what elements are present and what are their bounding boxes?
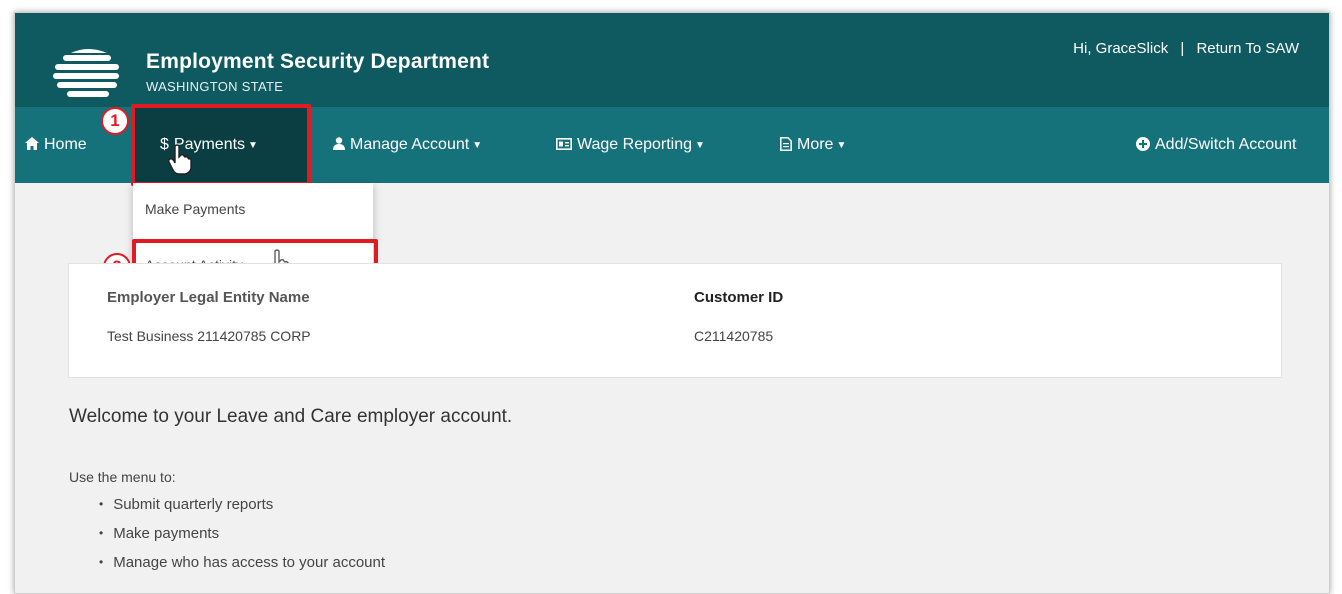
list-item: Make payments <box>99 524 385 553</box>
document-icon <box>780 136 792 154</box>
browser-frame: Employment Security Department WASHINGTO… <box>14 12 1330 594</box>
nav-more[interactable]: More ▼ <box>780 107 846 183</box>
site-header: Employment Security Department WASHINGTO… <box>15 13 1329 107</box>
menu-item-make-payments[interactable]: Make Payments <box>145 201 245 217</box>
id-card-icon <box>556 137 572 153</box>
use-menu-heading: Use the menu to: <box>69 469 176 485</box>
customer-id-label: Customer ID <box>694 289 784 306</box>
nav-add-switch-label: Add/Switch Account <box>1155 136 1297 153</box>
esd-logo-icon <box>53 49 119 97</box>
nav-wage-reporting-label: Wage Reporting <box>577 136 693 153</box>
menu-help-list: Submit quarterly reports Make payments M… <box>99 495 385 582</box>
department-subtitle: WASHINGTON STATE <box>146 79 284 94</box>
link-separator: | <box>1180 40 1185 57</box>
nav-more-label: More <box>797 136 834 153</box>
user-links: Hi, GraceSlick | Return To SAW <box>1073 40 1299 57</box>
hand-cursor-icon <box>167 144 192 175</box>
nav-wage-reporting[interactable]: Wage Reporting ▼ <box>556 107 705 183</box>
legal-name-label: Employer Legal Entity Name <box>107 289 310 306</box>
legal-name-value: Test Business 211420785 CORP <box>107 328 311 344</box>
return-to-saw-link[interactable]: Return To SAW <box>1196 40 1299 57</box>
nav-add-switch-account[interactable]: Add/Switch Account <box>1136 107 1296 183</box>
department-title: Employment Security Department <box>146 50 490 73</box>
step-1-highlight <box>131 104 311 186</box>
step-1-badge: 1 <box>101 107 129 135</box>
home-icon <box>25 137 39 153</box>
welcome-message: Welcome to your Leave and Care employer … <box>69 406 513 427</box>
chevron-down-icon: ▼ <box>836 139 847 151</box>
customer-id-value: C211420785 <box>694 328 774 344</box>
chevron-down-icon: ▼ <box>695 139 705 151</box>
list-item: Manage who has access to your account <box>99 553 385 582</box>
plus-circle-icon <box>1136 136 1150 154</box>
nav-manage-account-label: Manage Account <box>350 136 470 153</box>
nav-manage-account[interactable]: Manage Account ▼ <box>333 107 482 183</box>
nav-home-label: Home <box>44 136 87 153</box>
user-icon <box>333 137 345 153</box>
list-item: Submit quarterly reports <box>99 495 385 524</box>
user-greeting[interactable]: Hi, GraceSlick <box>1073 40 1168 57</box>
nav-home[interactable]: Home <box>25 107 87 183</box>
account-info-card: Employer Legal Entity Name Test Business… <box>68 263 1282 378</box>
chevron-down-icon: ▼ <box>472 139 483 151</box>
